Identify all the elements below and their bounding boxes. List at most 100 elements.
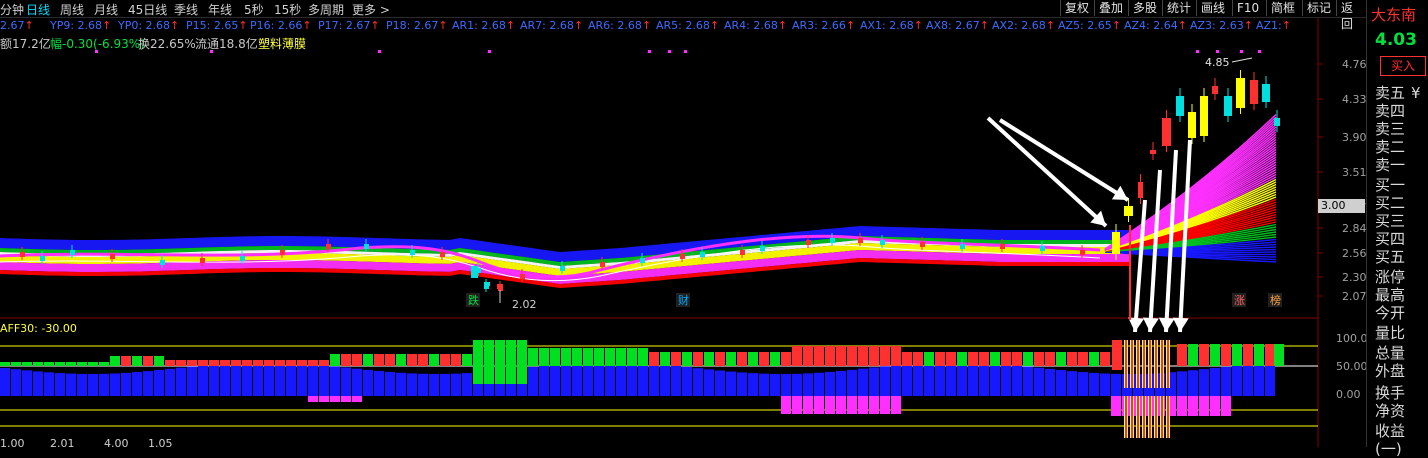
- ind-bar-upper: [748, 352, 758, 366]
- ind-bar-blue: [407, 373, 417, 396]
- ind-bar-upper: [528, 348, 538, 366]
- tab-0[interactable]: 分钟: [0, 1, 24, 18]
- tab-5[interactable]: 季线: [174, 1, 198, 18]
- arrow-5-head: [1158, 317, 1175, 332]
- ind-bar-blue: [704, 369, 714, 396]
- ma-label-8: AR7: 2.68↑: [520, 19, 584, 32]
- tab-7[interactable]: 5秒: [244, 1, 264, 18]
- ind-bar-upper: [1232, 344, 1242, 366]
- ind-bar-upper: [891, 346, 901, 366]
- toolbar-button-3[interactable]: 统计: [1162, 0, 1195, 16]
- orderbook-label-11: 最高: [1375, 286, 1406, 304]
- ind-bar-upper: [539, 348, 549, 366]
- tab-4[interactable]: 45日线: [128, 1, 167, 18]
- ind-bar-upper: [1265, 344, 1275, 366]
- tab-2[interactable]: 周线: [60, 1, 84, 18]
- ind-bar-upper: [275, 360, 285, 366]
- signal-dot: [1196, 50, 1199, 53]
- ind-bar-blue: [572, 363, 582, 396]
- ind-bar-upper: [682, 352, 692, 366]
- ind-stripe-core: [1155, 396, 1157, 438]
- ind-bar-upper: [154, 356, 164, 366]
- orderbook-label-6: 买二: [1375, 194, 1406, 212]
- ind-bar-blue: [187, 366, 197, 396]
- ind-stripe-core: [1125, 396, 1127, 438]
- toolbar-button-6[interactable]: 简框: [1266, 0, 1299, 16]
- tab-8[interactable]: 15秒: [274, 1, 301, 18]
- ind-bar-magenta: [1199, 396, 1209, 416]
- candle-body: [640, 258, 645, 263]
- ind-bar-upper: [583, 348, 593, 366]
- ind-bar-upper: [627, 348, 637, 366]
- ind-bar-blue: [968, 362, 978, 396]
- ind-bar-magenta: [858, 396, 868, 414]
- ind-bar-blue: [1188, 370, 1198, 396]
- ind-bar-upper: [616, 348, 626, 366]
- candle-body: [1200, 96, 1208, 136]
- ind-bar-magenta: [1188, 396, 1198, 416]
- candle-body: [1212, 86, 1218, 94]
- chart-canvas[interactable]: 4.764.333.903.513.172.842.562.302.07100.…: [0, 0, 1366, 447]
- ind-bar-upper: [671, 352, 681, 366]
- ind-bar-magenta: [341, 396, 351, 402]
- toolbar-button-4[interactable]: 画线: [1196, 0, 1229, 16]
- buy-button[interactable]: 买入: [1380, 56, 1426, 76]
- ind-bar-blue: [330, 366, 340, 396]
- toolbar-button-7[interactable]: 标记: [1302, 0, 1335, 16]
- ind-bar-blue: [0, 368, 10, 396]
- ind-bar-blue: [275, 362, 285, 396]
- ma-label-10: AR5: 2.68↑: [656, 19, 720, 32]
- tab-10[interactable]: 更多 >: [352, 1, 390, 18]
- ma-label-15: AX2: 2.68↑: [992, 19, 1055, 32]
- signal-dot: [1240, 50, 1243, 53]
- ind-bar-upper: [715, 352, 725, 366]
- toolbar-button-1[interactable]: 叠加: [1094, 0, 1127, 16]
- tab-3[interactable]: 月线: [94, 1, 118, 18]
- tab-1[interactable]: 日线: [26, 1, 50, 18]
- ind-bar-upper: [1012, 352, 1022, 366]
- ind-bar-blue: [319, 365, 329, 396]
- price-axis-label: 4.76: [1342, 58, 1366, 71]
- ind-bar-upper: [462, 354, 472, 366]
- ind-stripe-core: [1149, 396, 1151, 438]
- ind-stripe-core: [1149, 340, 1151, 388]
- ma-label-12: AR3: 2.66↑: [792, 19, 856, 32]
- ind-bar-upper: [781, 352, 791, 366]
- candle-body: [600, 262, 605, 267]
- orderbook-label-1: 卖四: [1375, 102, 1406, 120]
- tab-9[interactable]: 多周期: [308, 1, 344, 18]
- orderbook-label-18: 收益(一): [1375, 422, 1406, 458]
- toolbar-button-8[interactable]: 返回: [1336, 0, 1366, 31]
- candle-body: [520, 274, 525, 279]
- ind-bar-upper: [242, 360, 252, 366]
- ind-bar-magenta: [836, 396, 846, 414]
- toolbar-button-2[interactable]: 多股: [1128, 0, 1161, 16]
- tab-6[interactable]: 年线: [208, 1, 232, 18]
- ind-bar-upper: [759, 352, 769, 366]
- ind-stripe-core: [1143, 340, 1145, 388]
- ind-bar-upper: [847, 346, 857, 366]
- toolbar-button-0[interactable]: 复权: [1060, 0, 1093, 16]
- ind-bar-magenta: [792, 396, 802, 414]
- ma-label-9: AR6: 2.68↑: [588, 19, 652, 32]
- ma-label-18: AZ3: 2.63↑: [1190, 19, 1253, 32]
- candle-body: [1080, 250, 1085, 255]
- ind-bar-blue: [671, 365, 681, 396]
- ind-bar-upper: [880, 346, 890, 366]
- ind-bar-blue: [429, 373, 439, 396]
- ind-bar-upper: [143, 356, 153, 366]
- candle-body: [1250, 80, 1258, 104]
- ind-bar-blue: [143, 371, 153, 396]
- sector-text[interactable]: 塑料薄膜: [258, 35, 306, 52]
- ind-bar-blue: [803, 373, 813, 396]
- ind-bar-upper: [869, 346, 879, 366]
- ind-bar-upper: [374, 354, 384, 366]
- ind-bar-upper: [418, 354, 428, 366]
- ind-bar-upper: [165, 360, 175, 366]
- ind-bar-blue: [1232, 365, 1242, 396]
- ind-bar-upper: [132, 356, 142, 366]
- toolbar-button-5[interactable]: F10: [1232, 0, 1263, 16]
- ind-bar-upper: [594, 348, 604, 366]
- price-axis-label: 3.90: [1342, 131, 1366, 144]
- ind-bar-upper: [66, 362, 76, 366]
